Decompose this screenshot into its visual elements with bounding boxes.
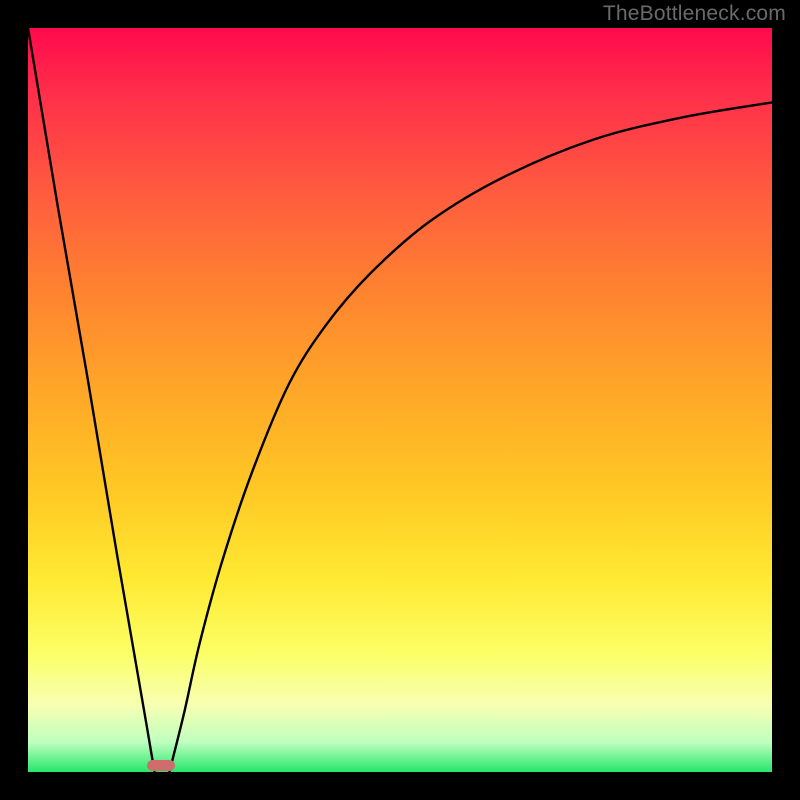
minimum-marker bbox=[147, 760, 175, 771]
bottleneck-curve bbox=[28, 28, 772, 772]
chart-frame: TheBottleneck.com bbox=[0, 0, 800, 800]
curve-layer bbox=[28, 28, 772, 772]
watermark-text: TheBottleneck.com bbox=[603, 2, 786, 26]
